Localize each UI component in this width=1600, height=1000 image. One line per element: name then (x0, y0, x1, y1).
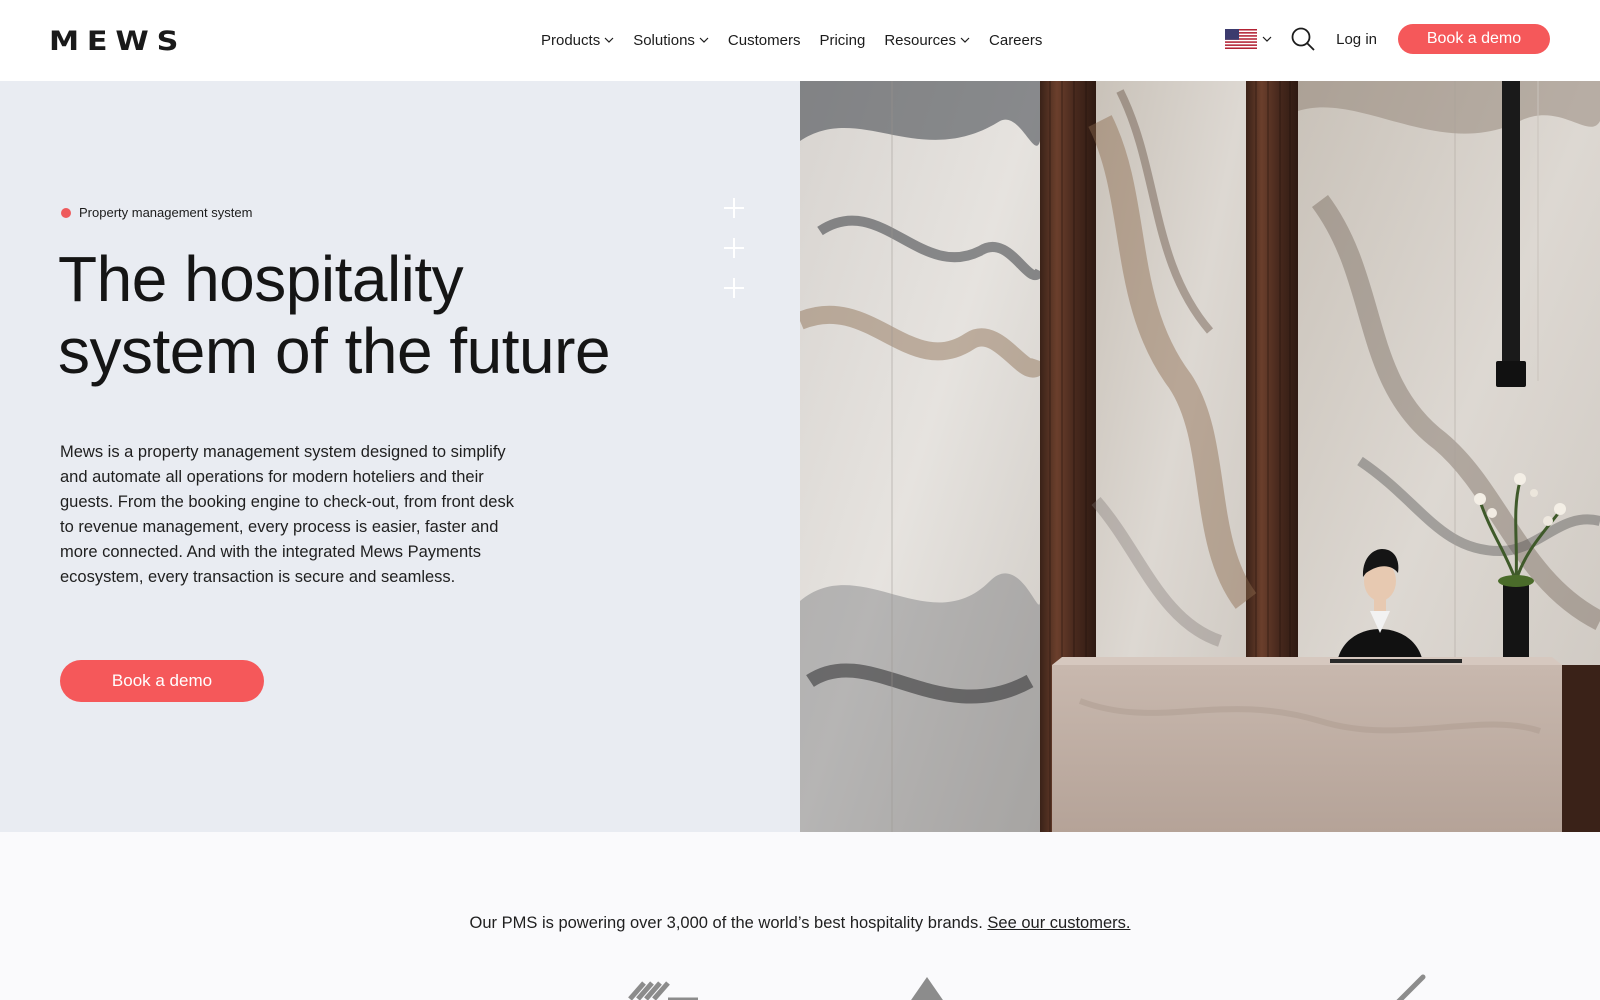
language-selector[interactable] (1225, 29, 1272, 49)
hero-eyebrow: Property management system (61, 205, 252, 220)
nav-solutions[interactable]: Solutions (633, 28, 709, 52)
us-flag-icon (1225, 29, 1258, 49)
nav-careers-label: Careers (989, 31, 1043, 49)
book-demo-button-hero[interactable]: Book a demo (60, 660, 264, 702)
book-demo-button-header[interactable]: Book a demo (1398, 24, 1550, 54)
mews-logo[interactable]: MEWS (49, 26, 178, 57)
logo-wordmark: MEWS (49, 25, 187, 57)
see-customers-link[interactable]: See our customers. (987, 914, 1130, 932)
customer-logo-3 (1396, 974, 1426, 1000)
nav-customers-label: Customers (727, 31, 801, 49)
customer-logo-2 (911, 977, 943, 1000)
hero-title-line2: system of the future (58, 315, 611, 387)
customers-text: Our PMS is powering over 3,000 of the wo… (469, 914, 983, 932)
nav-resources-label: Resources (884, 31, 957, 49)
eyebrow-label: Property management system (79, 205, 253, 220)
chevron-down-icon (699, 35, 709, 45)
customers-tagline: Our PMS is powering over 3,000 of the wo… (0, 914, 1600, 933)
login-link[interactable]: Log in (1336, 31, 1377, 48)
nav-solutions-label: Solutions (633, 31, 695, 49)
customers-strip: Our PMS is powering over 3,000 of the wo… (0, 832, 1600, 1000)
chevron-down-icon (960, 35, 970, 45)
hero-photo-reception-desk (800, 81, 1600, 832)
search-icon[interactable] (1290, 26, 1316, 52)
main-nav: Products Solutions Customers Pricing Res… (541, 28, 1061, 52)
plus-icon (724, 198, 744, 218)
customer-logo-1 (628, 981, 698, 1000)
hero-text-panel: Property management system The hospitali… (0, 81, 800, 832)
nav-customers[interactable]: Customers (728, 28, 801, 52)
nav-products[interactable]: Products (541, 28, 614, 52)
hero-title: The hospitality system of the future (58, 243, 738, 387)
eyebrow-dot (61, 207, 71, 218)
chevron-down-icon (604, 35, 614, 45)
nav-resources[interactable]: Resources (884, 28, 970, 52)
hero-section: Property management system The hospitali… (0, 81, 1600, 832)
hero-title-line1: The hospitality (58, 243, 464, 315)
nav-pricing[interactable]: Pricing (819, 28, 865, 52)
nav-careers[interactable]: Careers (989, 28, 1042, 52)
nav-pricing-label: Pricing (819, 31, 866, 49)
chevron-down-icon (1262, 36, 1272, 42)
site-header: MEWS Products Solutions Customers Pricin… (0, 0, 1600, 80)
hero-description: Mews is a property management system des… (60, 443, 514, 586)
header-tools: Log in Book a demo (1225, 22, 1550, 56)
nav-products-label: Products (541, 31, 601, 49)
